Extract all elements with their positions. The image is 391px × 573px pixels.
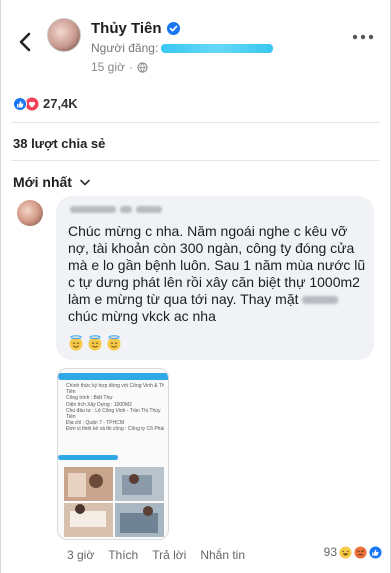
redacted-poster-highlight [161,43,274,53]
post-time[interactable]: 15 giờ [91,60,125,74]
like-reaction-icon [369,545,382,559]
author-avatar[interactable] [47,18,81,52]
verified-badge-icon [166,22,180,35]
reply-button[interactable]: Trả lời [152,548,186,562]
post-screen: Thủy Tiên Người đăng: 15 giờ · 27,4K 38 … [0,0,391,573]
comment-sort-dropdown[interactable]: Mới nhất [13,174,90,190]
poster-label: Người đăng: [91,41,159,55]
comment-bubble: Chúc mừng c nha. Năm ngoái nghe c kêu vỡ… [56,196,374,360]
comment-actions: 3 giờ Thích Trả lời Nhắn tin [67,548,245,562]
chevron-down-icon [80,179,90,185]
smiling-face-with-halo-icon [69,335,83,351]
divider [11,122,380,123]
comment-text-main: Chúc mừng c nha. Năm ngoái nghe c kêu vỡ… [68,223,366,307]
reaction-count: 27,4K [43,96,78,111]
commenter-avatar[interactable] [17,200,43,226]
comment-text-end: chúc mừng vkck ac nha [68,308,216,324]
sort-label: Mới nhất [13,174,72,190]
message-button[interactable]: Nhắn tin [200,548,245,562]
post-reactions[interactable]: 27,4K [13,96,78,111]
laughing-face-icon [339,545,352,559]
attachment-line: Chủ đầu tư : Lê Công Vinh - Trần Thị Thủ… [66,407,161,414]
attachment-line: Đơn vị thiết kế và thi công : Công ty Cổ… [66,426,164,433]
author-row: Thủy Tiên [91,20,180,37]
attachment-highlight-underline [58,455,118,460]
attachment-highlight-bar [58,373,168,380]
share-count[interactable]: 38 lượt chia sẻ [13,136,105,151]
attachment-line: Chính thức ký hợp đồng với Công Vinh & T… [66,383,164,389]
attachment-text: Chính thức ký hợp đồng với Công Vinh & T… [66,383,164,433]
attached-screenshot[interactable]: Chính thức ký hợp đồng với Công Vinh & T… [57,368,169,540]
author-name[interactable]: Thủy Tiên [91,20,162,37]
comment-time: 3 giờ [67,548,95,562]
emoji-row [68,335,122,351]
smiling-face-with-halo-icon [107,335,121,351]
post-header: Thủy Tiên Người đăng: 15 giờ · [1,0,391,88]
smiling-face-with-halo-icon [88,335,102,351]
comment-reaction-count: 93 [323,545,337,559]
angry-face-icon [354,545,367,559]
poster-row: Người đăng: [91,41,274,55]
comment-text: Chúc mừng c nha. Năm ngoái nghe c kêu vỡ… [68,223,368,325]
commenter-name-redacted[interactable] [70,206,162,213]
divider [11,160,380,161]
more-options-icon[interactable] [352,34,374,40]
back-arrow-icon[interactable] [15,30,37,54]
redacted-name [302,296,339,305]
post-time-row: 15 giờ · [91,60,148,74]
like-love-reaction-icon [13,96,39,111]
globe-icon [137,61,148,73]
attachment-photo-collage [64,467,164,537]
comment-reactions[interactable]: 93 [324,545,382,559]
like-button[interactable]: Thích [108,548,138,562]
